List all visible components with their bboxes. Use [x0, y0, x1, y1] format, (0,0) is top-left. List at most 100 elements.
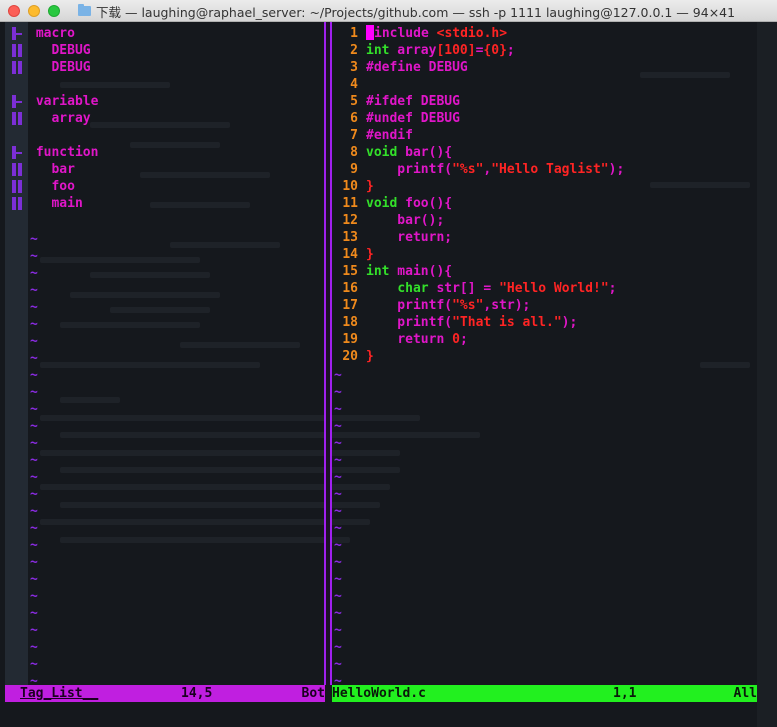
code-line[interactable]: void bar(){ — [366, 144, 452, 161]
empty-line-tilde: ~ — [30, 300, 38, 315]
code-line[interactable]: #endif — [366, 127, 413, 144]
minimize-window-button[interactable] — [28, 5, 40, 17]
window-title: 下载 — laughing@raphael_server: ~/Projects… — [96, 4, 736, 20]
line-number: 9 — [350, 162, 358, 177]
fold-continuation-marker — [18, 44, 22, 57]
code-line[interactable]: return 0; — [366, 331, 467, 348]
code-line[interactable]: } — [366, 178, 374, 195]
code-line[interactable]: printf("%s",str); — [366, 297, 530, 314]
empty-line-tilde: ~ — [334, 555, 342, 570]
blurred-text-fragment — [60, 502, 380, 508]
line-number: 18 — [342, 315, 358, 330]
empty-line-tilde: ~ — [334, 419, 342, 434]
empty-line-tilde: ~ — [30, 623, 38, 638]
empty-line-tilde: ~ — [334, 606, 342, 621]
taglist-entry[interactable]: main — [28, 195, 82, 212]
empty-line-tilde: ~ — [334, 657, 342, 672]
blurred-text-fragment — [60, 322, 200, 328]
taglist-entry[interactable]: DEBUG — [28, 59, 90, 76]
fold-continuation-marker — [18, 61, 22, 74]
code-line[interactable]: int main(){ — [366, 263, 452, 280]
code-line[interactable]: include <stdio.h> — [366, 25, 507, 42]
taglist-buffer-name: Tag_List__ — [20, 686, 99, 701]
taglist-entry[interactable]: variable — [28, 93, 99, 110]
empty-line-tilde: ~ — [30, 385, 38, 400]
blurred-text-fragment — [180, 342, 300, 348]
blurred-text-fragment — [90, 122, 230, 128]
taglist-entry[interactable]: macro — [28, 25, 75, 42]
vertical-split-separator[interactable] — [324, 22, 332, 685]
blurred-text-fragment — [60, 82, 170, 88]
fold-continuation-marker — [12, 44, 16, 57]
taglist-entry[interactable]: array — [28, 110, 90, 127]
empty-line-tilde: ~ — [30, 436, 38, 451]
empty-line-tilde: ~ — [334, 385, 342, 400]
empty-line-tilde: ~ — [334, 402, 342, 417]
empty-line-tilde: ~ — [30, 572, 38, 587]
line-number: 11 — [342, 196, 358, 211]
code-line[interactable]: #define DEBUG — [366, 59, 468, 76]
line-number: 15 — [342, 264, 358, 279]
empty-line-tilde: ~ — [30, 283, 38, 298]
fold-continuation-marker — [18, 163, 22, 176]
fold-continuation-marker — [18, 180, 22, 193]
taglist-fold-column — [5, 22, 28, 685]
taglist-entry[interactable]: bar — [28, 161, 75, 178]
blurred-text-fragment — [60, 432, 480, 438]
fold-dash-marker — [15, 101, 22, 103]
code-line[interactable]: char str[] = "Hello World!"; — [366, 280, 616, 297]
editor-cursor-position: 1,1 — [613, 686, 637, 701]
empty-line-tilde: ~ — [334, 538, 342, 553]
code-line[interactable]: #undef DEBUG — [366, 110, 460, 127]
terminal-scrollbar[interactable] — [757, 22, 777, 727]
blurred-text-fragment — [40, 415, 420, 421]
fold-continuation-marker — [12, 163, 16, 176]
blurred-text-fragment — [130, 142, 220, 148]
blurred-text-fragment — [60, 537, 350, 543]
terminal-content[interactable]: macro DEBUG DEBUG variable array functio… — [0, 22, 777, 727]
empty-line-tilde: ~ — [30, 232, 38, 247]
line-number: 20 — [342, 349, 358, 364]
empty-line-tilde: ~ — [334, 504, 342, 519]
blurred-text-fragment — [40, 362, 260, 368]
code-line[interactable]: int array[100]={0}; — [366, 42, 515, 59]
taglist-entry[interactable]: function — [28, 144, 99, 161]
code-line[interactable]: } — [366, 246, 374, 263]
zoom-window-button[interactable] — [48, 5, 60, 17]
fold-continuation-marker — [18, 197, 22, 210]
close-window-button[interactable] — [8, 5, 20, 17]
line-number: 5 — [350, 94, 358, 109]
empty-line-tilde: ~ — [334, 436, 342, 451]
editor-buffer-name: HelloWorld.c — [332, 686, 426, 701]
line-number: 3 — [350, 60, 358, 75]
line-number: 1 — [350, 26, 358, 41]
empty-line-tilde: ~ — [334, 487, 342, 502]
code-line[interactable]: return; — [366, 229, 452, 246]
taglist-entry[interactable]: foo — [28, 178, 75, 195]
empty-line-tilde: ~ — [30, 368, 38, 383]
empty-line-tilde: ~ — [30, 351, 38, 366]
line-number: 8 — [350, 145, 358, 160]
fold-continuation-marker — [12, 180, 16, 193]
code-line[interactable]: } — [366, 348, 374, 365]
blurred-text-fragment — [70, 292, 220, 298]
code-line[interactable]: bar(); — [366, 212, 444, 229]
blurred-text-fragment — [90, 272, 210, 278]
taglist-scroll-position: Bot — [301, 686, 325, 701]
empty-line-tilde: ~ — [334, 589, 342, 604]
code-line[interactable]: #ifdef DEBUG — [366, 93, 460, 110]
empty-line-tilde: ~ — [30, 249, 38, 264]
blurred-text-fragment — [40, 519, 370, 525]
fold-continuation-marker — [12, 112, 16, 125]
terminal-window: 下载 — laughing@raphael_server: ~/Projects… — [0, 0, 777, 727]
fold-continuation-marker — [18, 112, 22, 125]
code-line[interactable]: printf("That is all."); — [366, 314, 577, 331]
taglist-entry[interactable]: DEBUG — [28, 42, 90, 59]
blurred-text-fragment — [150, 202, 250, 208]
empty-line-tilde: ~ — [334, 640, 342, 655]
editor-status-line: HelloWorld.c 1,1 All — [332, 685, 757, 702]
code-line[interactable]: void foo(){ — [366, 195, 452, 212]
empty-line-tilde: ~ — [30, 470, 38, 485]
line-number: 10 — [342, 179, 358, 194]
code-line[interactable]: printf("%s","Hello Taglist"); — [366, 161, 624, 178]
